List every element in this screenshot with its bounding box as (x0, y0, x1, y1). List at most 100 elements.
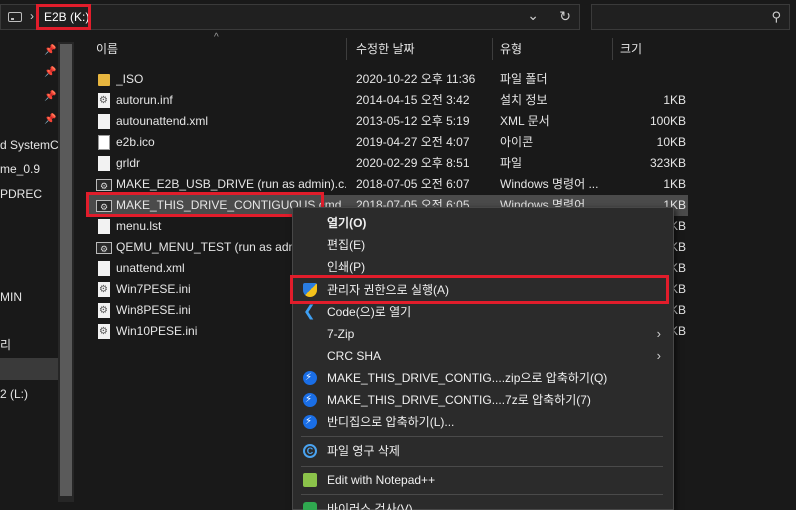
file-name: autorun.inf (116, 93, 173, 107)
file-type: XML 문서 (500, 114, 550, 128)
column-divider[interactable] (612, 38, 613, 60)
file-date: 2019-04-27 오전 4:07 (356, 135, 470, 149)
menu-item-open[interactable]: 열기(O) (293, 212, 673, 234)
nav-item[interactable]: 2 (L:) (0, 383, 28, 405)
menu-item-crc-sha[interactable]: CRC SHA › (293, 345, 673, 367)
file-row[interactable]: e2b.ico 2019-04-27 오전 4:07 아이콘 10KB (88, 132, 688, 153)
notepadpp-icon (303, 473, 317, 487)
menu-item-label: 7-Zip (327, 327, 355, 341)
bandizip-icon (303, 367, 317, 389)
menu-item-bandizip-compress[interactable]: 반디집으로 압축하기(L)... (293, 411, 673, 433)
nav-item[interactable]: PDREC (0, 183, 42, 205)
pin-icon: 📌 (44, 114, 57, 125)
file-row[interactable]: autounattend.xml 2013-05-12 오후 5:19 XML … (88, 111, 688, 132)
menu-item-zip-compress[interactable]: MAKE_THIS_DRIVE_CONTIG....zip으로 압축하기(Q) (293, 367, 673, 389)
chevron-down-icon[interactable]: ⌄ (527, 7, 539, 24)
menu-item-label: 편집(E) (327, 238, 366, 252)
menu-item-label: 인쇄(P) (327, 260, 366, 274)
drive-icon (8, 12, 22, 22)
menu-item-label: 파일 영구 삭제 (327, 444, 400, 458)
nav-scrollbar-thumb[interactable] (60, 44, 72, 496)
search-icon[interactable]: ⚲ (771, 9, 781, 25)
menu-item-7z-compress[interactable]: MAKE_THIS_DRIVE_CONTIG....7z로 압축하기(7) (293, 389, 673, 411)
column-header-type[interactable]: 유형 (500, 36, 522, 62)
nav-item[interactable]: me_0.9 (0, 158, 40, 180)
menu-item-run-as-admin[interactable]: 관리자 권한으로 실행(A) (293, 279, 673, 301)
uac-shield-icon (303, 283, 317, 297)
file-date: 2013-05-12 오후 5:19 (356, 114, 470, 128)
file-date: 2014-04-15 오전 3:42 (356, 93, 470, 107)
menu-item-open-with-code[interactable]: ❮ Code(으)로 열기 (293, 301, 673, 323)
file-date: 2020-10-22 오후 11:36 (356, 72, 476, 86)
pin-icon: 📌 (44, 45, 57, 56)
document-icon (98, 114, 110, 129)
settings-file-icon (98, 321, 110, 342)
menu-item-7zip[interactable]: 7-Zip › (293, 323, 673, 345)
vscode-icon: ❮ (303, 303, 316, 320)
refresh-icon[interactable]: ↻ (559, 8, 571, 25)
address-bar[interactable]: › E2B (K:) ⌄ ↻ (0, 4, 580, 30)
file-type: 파일 폴더 (500, 72, 548, 86)
file-size: 1KB (663, 177, 686, 191)
document-icon (98, 219, 110, 234)
cmd-icon (96, 197, 112, 218)
settings-file-icon (98, 300, 110, 321)
context-menu: 열기(O) 편집(E) 인쇄(P) 관리자 권한으로 실행(A) ❮ Code(… (292, 207, 674, 510)
file-name: autounattend.xml (116, 114, 209, 128)
menu-item-label: 열기(O) (327, 216, 367, 230)
menu-item-permanent-delete[interactable]: C 파일 영구 삭제 (293, 440, 673, 462)
pin-icon: 📌 (44, 91, 57, 102)
column-header-size[interactable]: 크기 (620, 36, 642, 62)
nav-item[interactable]: d SystemCa (0, 134, 65, 156)
address-toolbar: › E2B (K:) ⌄ ↻ ⚲ (0, 0, 796, 36)
nav-item[interactable]: MIN (0, 286, 22, 308)
file-row[interactable]: MAKE_E2B_USB_DRIVE (run as admin).c... 2… (88, 174, 688, 197)
antivirus-icon (303, 502, 317, 510)
bandizip-icon (303, 389, 317, 411)
nav-selected-highlight (0, 358, 58, 380)
file-name: _ISO (116, 72, 144, 86)
settings-file-icon (98, 279, 110, 300)
image-icon (98, 135, 110, 150)
chevron-right-icon: › (656, 326, 661, 341)
cmd-icon (96, 176, 112, 197)
folder-icon (98, 74, 110, 86)
breadcrumb-drive[interactable]: E2B (K:) (40, 5, 93, 31)
sort-ascending-icon: ^ (214, 32, 219, 43)
file-row[interactable]: autorun.inf 2014-04-15 오전 3:42 설치 정보 1KB (88, 90, 688, 111)
document-icon (98, 261, 110, 276)
file-row[interactable]: _ISO 2020-10-22 오후 11:36 파일 폴더 (88, 69, 688, 90)
column-divider[interactable] (346, 38, 347, 60)
file-size: 100KB (649, 114, 686, 128)
menu-item-label: Code(으)로 열기 (327, 305, 412, 319)
file-type: 설치 정보 (500, 93, 548, 107)
file-name: e2b.ico (116, 135, 155, 149)
menu-separator (301, 436, 663, 437)
menu-item-edit[interactable]: 편집(E) (293, 234, 673, 256)
column-header-date[interactable]: 수정한 날짜 (356, 36, 415, 62)
file-type: 파일 (500, 156, 523, 170)
file-row[interactable]: grldr 2020-02-29 오후 8:51 파일 323KB (88, 153, 688, 174)
chevron-right-icon[interactable]: › (30, 9, 34, 23)
column-divider[interactable] (492, 38, 493, 60)
pin-icon: 📌 (44, 67, 57, 78)
column-header-name[interactable]: 이름 (96, 36, 118, 62)
file-size: 323KB (649, 156, 686, 170)
menu-separator (301, 494, 663, 495)
nav-item[interactable]: 리 (0, 334, 11, 356)
menu-item-virus-scan[interactable]: 바이러스 검사(V) (293, 498, 673, 510)
menu-item-label: MAKE_THIS_DRIVE_CONTIG....7z로 압축하기(7) (327, 393, 591, 407)
settings-file-icon (98, 90, 110, 111)
chevron-right-icon: › (656, 348, 661, 363)
file-date: 2020-02-29 오후 8:51 (356, 156, 470, 170)
document-icon (98, 156, 110, 171)
file-name: grldr (116, 156, 141, 170)
file-type: 아이콘 (500, 135, 534, 149)
menu-item-label: Edit with Notepad++ (327, 473, 436, 487)
search-box[interactable]: ⚲ (591, 4, 790, 30)
file-date: 2018-07-05 오전 6:07 (356, 177, 470, 191)
menu-item-notepadpp[interactable]: Edit with Notepad++ (293, 469, 673, 491)
menu-item-label: 반디집으로 압축하기(L)... (327, 415, 455, 429)
file-type: Windows 명령어 ... (500, 177, 599, 191)
menu-item-print[interactable]: 인쇄(P) (293, 256, 673, 278)
